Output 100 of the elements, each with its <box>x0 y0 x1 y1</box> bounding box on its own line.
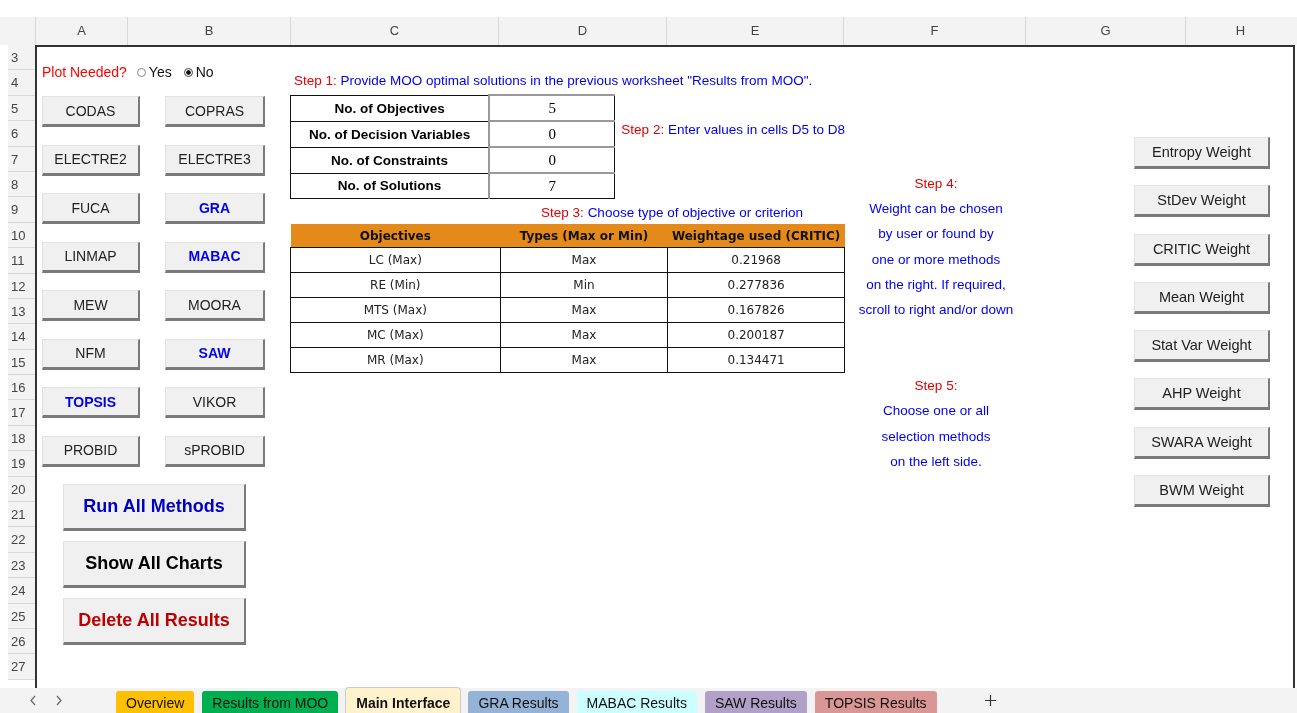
weight-button[interactable]: AHP Weight <box>1134 378 1270 411</box>
method-button[interactable]: MEW <box>42 290 140 321</box>
radio-button[interactable] <box>136 67 146 77</box>
row-number[interactable]: 14 <box>8 324 35 350</box>
action-button[interactable]: Delete All Results <box>63 597 246 645</box>
method-button[interactable]: NFM <box>42 338 140 370</box>
method-button[interactable]: SAW <box>165 338 265 370</box>
method-button[interactable]: COPRAS <box>165 96 265 127</box>
sheet-tab[interactable]: GRA Results <box>468 691 569 713</box>
table-cell[interactable]: RE (Min) <box>290 272 501 298</box>
chevron-left-icon[interactable] <box>30 695 36 706</box>
add-sheet-icon[interactable] <box>984 695 996 706</box>
sheet-tab[interactable]: MABAC Results <box>576 691 697 713</box>
input-label: No. of Decision Variables <box>290 121 490 147</box>
sheet-tab[interactable]: Overview <box>116 691 195 713</box>
table-cell[interactable]: Max <box>500 347 668 373</box>
method-button[interactable]: MOORA <box>165 290 265 321</box>
row-number[interactable]: 26 <box>8 629 35 655</box>
instruction-text: Weight can be chosen <box>869 200 1003 219</box>
row-number[interactable]: 5 <box>8 95 35 122</box>
weight-button[interactable]: StDev Weight <box>1134 185 1270 218</box>
row-number[interactable]: 13 <box>8 298 35 325</box>
column-header[interactable]: D <box>498 17 666 45</box>
row-number[interactable]: 16 <box>8 375 35 401</box>
column-header[interactable]: F <box>843 17 1025 45</box>
row-number[interactable]: 9 <box>8 197 35 223</box>
table-cell[interactable]: MC (Max) <box>290 322 501 348</box>
row-number[interactable]: 10 <box>8 222 35 249</box>
row-number[interactable]: 18 <box>8 425 35 452</box>
table-cell[interactable]: Max <box>500 322 668 348</box>
row-number[interactable]: 4 <box>8 70 35 96</box>
method-button[interactable]: LINMAP <box>42 241 140 273</box>
table-cell[interactable]: Min <box>500 272 668 298</box>
column-header[interactable]: H <box>1185 17 1295 45</box>
table-cell[interactable]: 0.200187 <box>667 322 845 348</box>
input-cell[interactable]: 0 <box>489 147 615 173</box>
row-number[interactable]: 3 <box>8 45 35 71</box>
input-cell[interactable]: 0 <box>489 121 615 147</box>
weight-button[interactable]: Entropy Weight <box>1134 137 1270 169</box>
method-button[interactable]: FUCA <box>42 193 140 224</box>
row-number[interactable]: 6 <box>8 121 35 147</box>
row-number[interactable]: 24 <box>8 578 35 604</box>
weight-button[interactable]: CRITIC Weight <box>1134 233 1270 266</box>
table-cell[interactable]: MTS (Max) <box>290 297 501 323</box>
table-cell[interactable]: 0.134471 <box>667 347 845 373</box>
weight-button[interactable]: Mean Weight <box>1134 281 1270 314</box>
row-number[interactable]: 8 <box>8 171 35 198</box>
table-cell[interactable]: Max <box>500 247 668 273</box>
table-cell[interactable]: 0.167826 <box>667 297 845 323</box>
method-button[interactable]: GRA <box>165 193 265 224</box>
radio-button[interactable] <box>183 67 193 77</box>
table-cell[interactable]: LC (Max) <box>290 247 501 273</box>
method-button[interactable]: sPROBID <box>165 435 265 467</box>
row-number[interactable]: 20 <box>8 476 35 503</box>
table-cell[interactable]: Max <box>500 297 668 323</box>
row-number[interactable]: 23 <box>8 552 35 579</box>
action-button[interactable]: Run All Methods <box>63 483 246 531</box>
row-number[interactable]: 27 <box>8 654 35 680</box>
row-number[interactable]: 19 <box>8 451 35 477</box>
column-header[interactable]: C <box>290 17 498 45</box>
chevron-right-icon[interactable] <box>56 695 62 706</box>
row-number[interactable]: 17 <box>8 400 35 426</box>
column-header[interactable]: E <box>666 17 843 45</box>
row-number[interactable]: 7 <box>8 146 35 172</box>
sheet-tab[interactable]: TOPSIS Results <box>814 691 937 713</box>
plot-needed-label: Plot Needed? <box>42 64 127 80</box>
action-button[interactable]: Show All Charts <box>63 540 246 588</box>
row-number[interactable]: 21 <box>8 502 35 528</box>
row-number[interactable]: 25 <box>8 603 35 629</box>
method-button[interactable]: VIKOR <box>165 387 265 418</box>
row-number[interactable]: 12 <box>8 273 35 299</box>
table-cell[interactable]: MR (Max) <box>290 347 501 373</box>
method-button[interactable]: TOPSIS <box>42 387 140 418</box>
method-button[interactable]: PROBID <box>42 435 140 467</box>
method-button[interactable]: CODAS <box>42 96 140 127</box>
method-button[interactable]: ELECTRE3 <box>165 144 265 176</box>
column-header[interactable]: G <box>1025 17 1185 45</box>
step-heading: Step 4: <box>914 175 958 193</box>
instruction-text: one or more methods <box>871 250 1001 269</box>
row-number[interactable]: 22 <box>8 527 35 553</box>
weight-button[interactable]: BWM Weight <box>1134 475 1270 508</box>
table-header: Weightage used (CRITIC) <box>667 224 845 248</box>
column-header[interactable]: B <box>127 17 290 45</box>
sheet-tab[interactable]: Main Interface <box>346 688 461 713</box>
method-button[interactable]: MABAC <box>165 241 265 273</box>
radio-option[interactable]: No <box>183 64 214 80</box>
step-heading: Step 5: <box>914 377 958 396</box>
input-cell[interactable]: 7 <box>489 173 615 199</box>
column-header[interactable]: A <box>35 17 127 45</box>
radio-option[interactable]: Yes <box>136 64 172 80</box>
row-number[interactable]: 15 <box>8 349 35 376</box>
sheet-tab[interactable]: Results from MOO <box>202 691 339 713</box>
input-cell[interactable]: 5 <box>489 95 615 121</box>
table-cell[interactable]: 0.21968 <box>667 247 845 273</box>
method-button[interactable]: ELECTRE2 <box>42 144 140 176</box>
weight-button[interactable]: Stat Var Weight <box>1134 330 1270 363</box>
weight-button[interactable]: SWARA Weight <box>1134 426 1270 459</box>
table-cell[interactable]: 0.277836 <box>667 272 845 298</box>
sheet-tab[interactable]: SAW Results <box>704 691 807 713</box>
row-number[interactable]: 11 <box>8 248 35 274</box>
